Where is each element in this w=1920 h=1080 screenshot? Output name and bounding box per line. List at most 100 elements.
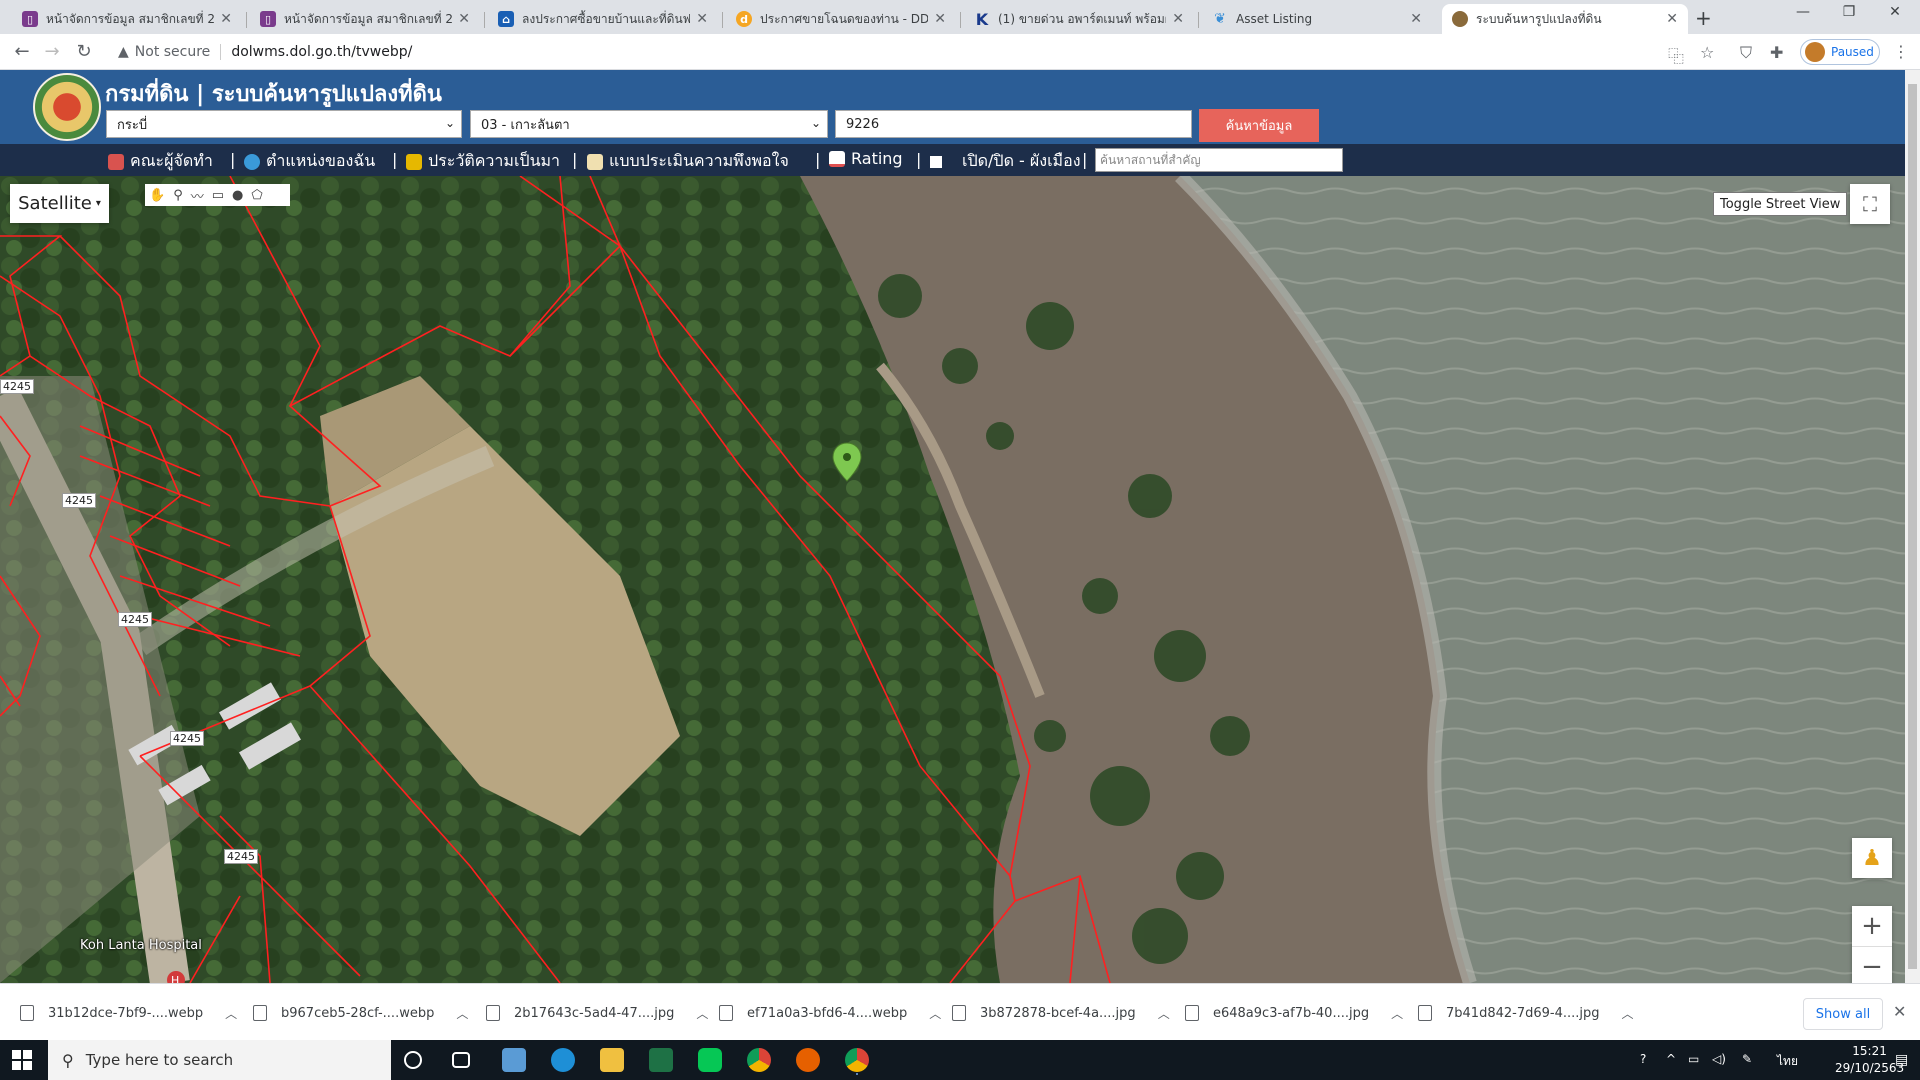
system-clock[interactable]: 15:21 29/10/2563 bbox=[1835, 1043, 1904, 1077]
chrome-icon[interactable] bbox=[747, 1048, 771, 1072]
chevron-up-icon[interactable]: ︿ bbox=[456, 1005, 468, 1022]
polygon-tool-icon[interactable]: ⬠ bbox=[251, 188, 262, 203]
rectangle-tool-icon[interactable]: ▭ bbox=[212, 188, 224, 203]
windows-start-icon[interactable] bbox=[12, 1050, 32, 1070]
chevron-up-icon[interactable]: ︿ bbox=[929, 1005, 941, 1022]
help-icon[interactable]: ? bbox=[1640, 1052, 1646, 1066]
address-bar[interactable]: ▲ Not secure dolwms.dol.go.th/tvwebp/ bbox=[110, 38, 1670, 66]
menu-item-survey[interactable]: แบบประเมินความพึงพอใจ bbox=[587, 149, 789, 174]
zoom-in-button[interactable]: + bbox=[1852, 906, 1892, 946]
profile-button[interactable]: Paused bbox=[1800, 39, 1880, 65]
vertical-scrollbar[interactable] bbox=[1905, 70, 1920, 983]
file-manager-app-icon[interactable] bbox=[502, 1048, 526, 1072]
close-tab-icon[interactable]: ✕ bbox=[1172, 11, 1184, 27]
toggle-street-view-button[interactable]: Toggle Street View bbox=[1713, 192, 1848, 216]
download-item[interactable]: 2b17643c-5ad4-47....jpg ︿ bbox=[486, 996, 708, 1030]
chevron-up-icon[interactable]: ︿ bbox=[225, 1005, 237, 1022]
close-downloads-icon[interactable]: ✕ bbox=[1893, 1002, 1906, 1021]
taskbar-search-box[interactable]: ⚲ Type here to search bbox=[48, 1040, 391, 1080]
polyline-tool-icon[interactable]: 〰 bbox=[191, 186, 204, 205]
marker-tool-icon[interactable]: ⚲ bbox=[173, 188, 183, 203]
checkbox-icon[interactable] bbox=[930, 155, 942, 168]
menu-item-label: คณะผู้จัดทำ bbox=[130, 151, 213, 170]
minimize-button[interactable]: — bbox=[1780, 4, 1826, 20]
notification-icon[interactable]: ▤ bbox=[1895, 1052, 1908, 1068]
folder-icon[interactable] bbox=[600, 1048, 624, 1072]
new-tab-button[interactable]: + bbox=[1695, 6, 1712, 30]
scrollbar-thumb[interactable] bbox=[1908, 84, 1917, 969]
zoom-out-button[interactable]: − bbox=[1852, 946, 1892, 983]
edge-browser-icon[interactable] bbox=[551, 1048, 575, 1072]
line-app-icon[interactable] bbox=[698, 1048, 722, 1072]
district-value: 03 - เกาะลันตา bbox=[481, 117, 570, 133]
menu-item-city-plan-toggle[interactable]: เปิด/ปิด - ผังเมือง bbox=[930, 149, 1081, 174]
fullscreen-icon[interactable]: ⛶ bbox=[1850, 184, 1890, 224]
reload-button[interactable]: ↻ bbox=[72, 41, 96, 62]
excel-icon[interactable] bbox=[649, 1048, 673, 1072]
chevron-up-icon[interactable]: ︿ bbox=[1391, 1005, 1403, 1022]
chrome-active-icon[interactable] bbox=[845, 1048, 869, 1072]
warning-icon[interactable]: ▲ bbox=[118, 44, 129, 60]
download-item[interactable]: 7b41d842-7d69-4....jpg ︿ bbox=[1418, 996, 1634, 1030]
download-filename: e648a9c3-af7b-40....jpg bbox=[1213, 1005, 1370, 1021]
close-tab-icon[interactable]: ✕ bbox=[934, 11, 946, 27]
browser-tab[interactable]: K (1) ขายด่วน อพาร์ตเมนท์ พร้อมผู้เช่าเต… bbox=[964, 4, 1194, 34]
browser-tab-active[interactable]: ระบบค้นหารูปแปลงที่ดิน ✕ bbox=[1442, 4, 1688, 34]
browser-tab[interactable]: d ประกาศขายโฉนดของท่าน - DDteedin.c ✕ bbox=[726, 4, 956, 34]
browser-tab[interactable]: ❦ Asset Listing ✕ bbox=[1202, 4, 1432, 34]
browser-tab[interactable]: ⌂ ลงประกาศซื้อขายบ้านและที่ดินฟรี! | ที่… bbox=[488, 4, 718, 34]
show-all-downloads-button[interactable]: Show all bbox=[1803, 998, 1883, 1030]
extension-shield-icon[interactable]: ⛉ bbox=[1740, 43, 1752, 63]
chevron-up-icon[interactable]: ︿ bbox=[1622, 1005, 1634, 1022]
parcel-number-input[interactable]: 9226 bbox=[835, 110, 1192, 138]
bookmark-star-icon[interactable]: ☆ bbox=[1700, 43, 1714, 62]
close-tab-icon[interactable]: ✕ bbox=[458, 11, 470, 27]
translate-icon[interactable]: ⿻ bbox=[1668, 43, 1684, 67]
restore-button[interactable]: ❐ bbox=[1826, 4, 1872, 20]
volume-icon[interactable]: ◁) bbox=[1712, 1052, 1726, 1066]
road-label: 4245 bbox=[62, 493, 96, 508]
back-button[interactable]: ← bbox=[10, 41, 34, 62]
search-button[interactable]: ค้นหาข้อมูล bbox=[1199, 109, 1319, 142]
download-item[interactable]: ef71a0a3-bfd6-4....webp ︿ bbox=[719, 996, 941, 1030]
download-item[interactable]: 3b872878-bcef-4a....jpg ︿ bbox=[952, 996, 1170, 1030]
district-select[interactable]: 03 - เกาะลันตา ⌄ bbox=[470, 110, 828, 138]
firefox-icon[interactable] bbox=[796, 1048, 820, 1072]
close-tab-icon[interactable]: ✕ bbox=[220, 11, 232, 27]
circle-tool-icon[interactable]: ● bbox=[232, 188, 243, 203]
close-tab-icon[interactable]: ✕ bbox=[1666, 11, 1678, 27]
chevron-up-icon[interactable]: ︿ bbox=[1158, 1005, 1170, 1022]
province-select[interactable]: กระบี่ ⌄ bbox=[106, 110, 462, 138]
extensions-puzzle-icon[interactable]: ✚ bbox=[1770, 43, 1783, 62]
browser-tab[interactable]: ▯ หน้าจัดการข้อมูล สมาชิกเลขที่ 22179 ✕ bbox=[250, 4, 480, 34]
book-icon bbox=[108, 153, 124, 170]
hand-pan-icon[interactable]: ✋ bbox=[149, 188, 165, 203]
pen-icon[interactable]: ✎ bbox=[1742, 1052, 1752, 1066]
task-view-icon[interactable] bbox=[452, 1052, 470, 1068]
browser-menu-icon[interactable]: ⋮ bbox=[1893, 42, 1909, 61]
tray-chevron-up-icon[interactable]: ^ bbox=[1666, 1052, 1676, 1066]
download-item[interactable]: b967ceb5-28cf-....webp ︿ bbox=[253, 996, 468, 1030]
feather-favicon-icon: ❦ bbox=[1214, 11, 1226, 27]
download-item[interactable]: 31b12dce-7bf9-....webp ︿ bbox=[20, 996, 237, 1030]
url-text[interactable]: dolwms.dol.go.th/tvwebp/ bbox=[231, 44, 412, 60]
pegman-icon[interactable]: ♟ bbox=[1852, 838, 1892, 878]
menu-item-my-location[interactable]: ตำแหน่งของฉัน bbox=[244, 149, 375, 174]
close-tab-icon[interactable]: ✕ bbox=[1410, 11, 1422, 27]
chevron-up-icon[interactable]: ︿ bbox=[696, 1005, 708, 1022]
menu-item-rating[interactable]: Rating bbox=[829, 149, 903, 168]
browser-tab[interactable]: ▯ หน้าจัดการข้อมูล สมาชิกเลขที่ 22179 ✕ bbox=[12, 4, 242, 34]
input-language[interactable]: ไทย bbox=[1777, 1052, 1798, 1071]
network-icon[interactable]: ▭ bbox=[1688, 1052, 1699, 1066]
cortana-icon[interactable] bbox=[404, 1051, 422, 1069]
map-type-dropdown[interactable]: Satellite ▾ bbox=[10, 184, 109, 223]
menu-item-history[interactable]: ประวัติความเป็นมา bbox=[406, 149, 560, 174]
place-search-input[interactable]: ค้นหาสถานที่สำคัญ bbox=[1095, 148, 1343, 172]
close-tab-icon[interactable]: ✕ bbox=[696, 11, 708, 27]
map-canvas[interactable]: H 4245 4245 4245 4245 4245 Koh Lanta Hos… bbox=[0, 176, 1905, 983]
download-item[interactable]: e648a9c3-af7b-40....jpg ︿ bbox=[1185, 996, 1403, 1030]
forward-button[interactable]: → bbox=[40, 41, 64, 62]
menu-item-team[interactable]: คณะผู้จัดทำ bbox=[108, 149, 213, 174]
hospital-label[interactable]: Koh Lanta Hospital bbox=[80, 938, 202, 953]
close-window-button[interactable]: ✕ bbox=[1872, 4, 1918, 20]
